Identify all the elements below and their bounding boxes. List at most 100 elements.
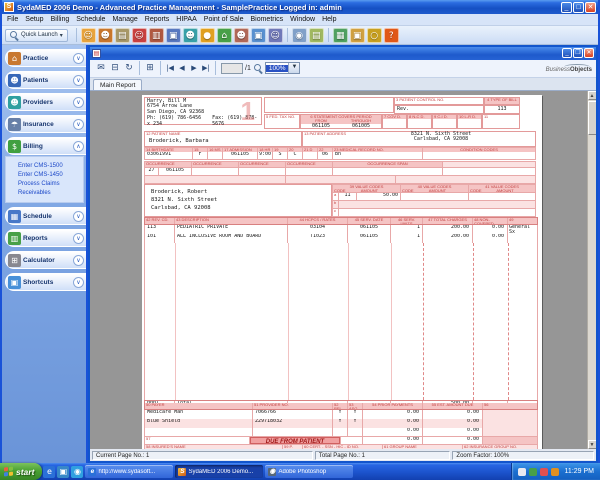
- report-restore-button[interactable]: ❐: [573, 48, 583, 58]
- report-close-button[interactable]: ✕: [584, 48, 594, 58]
- export-icon[interactable]: ✉: [94, 61, 108, 75]
- group-tree-icon[interactable]: ⊞: [143, 61, 157, 75]
- sidebar-item-calculator[interactable]: ⊞ Calculator ∨: [5, 251, 86, 269]
- responsible-name: Broderick, Robert: [145, 185, 331, 195]
- menu-biometrics[interactable]: Biometrics: [250, 16, 283, 23]
- menu-billing[interactable]: Billing: [51, 16, 70, 23]
- medical-record-value: Bn: [333, 152, 423, 159]
- tray-icon-1[interactable]: [518, 468, 526, 476]
- column-header: 42 REV. CD.: [145, 218, 175, 224]
- tab-main-report[interactable]: Main Report: [93, 79, 142, 90]
- sidebar-item-providers[interactable]: ☻ Providers ∨: [5, 93, 86, 111]
- task-button-photoshop[interactable]: ◉ Adobe Photoshop: [265, 465, 353, 478]
- scroll-down-icon[interactable]: ▼: [588, 440, 597, 449]
- chevron-down-icon[interactable]: ∨: [73, 277, 84, 288]
- find-icon[interactable]: [254, 64, 263, 73]
- menu-file[interactable]: File: [7, 16, 18, 23]
- menubar: File Setup Billing Schedule Manage Repor…: [2, 14, 598, 26]
- link-enter-cms-1450[interactable]: Enter CMS-1450: [18, 172, 83, 178]
- staff-icon[interactable]: ☻: [234, 28, 249, 43]
- menu-schedule[interactable]: Schedule: [76, 16, 105, 23]
- field-49: [508, 234, 537, 243]
- help-icon[interactable]: ?: [384, 28, 399, 43]
- close-button[interactable]: ✕: [585, 2, 596, 13]
- user-icon[interactable]: ☺: [268, 28, 283, 43]
- menu-reports[interactable]: Reports: [145, 16, 170, 23]
- chevron-down-icon[interactable]: ∨: [73, 53, 84, 64]
- occurrence-date-value: 061105: [159, 168, 192, 175]
- print-icon[interactable]: ⊟: [108, 61, 122, 75]
- sidebar-item-patients[interactable]: ☻ Patients ∨: [5, 71, 86, 89]
- chevron-down-icon[interactable]: ∨: [73, 255, 84, 266]
- zoom-combobox[interactable]: 100% ▼: [265, 62, 301, 74]
- menu-point-of-sale[interactable]: Point of Sale: [204, 16, 244, 23]
- scrollbar-thumb[interactable]: [588, 101, 596, 135]
- serv-units: 1: [391, 225, 423, 234]
- task-label: http://www.sydasoft...: [98, 469, 155, 475]
- reports-chart-icon[interactable]: ▦: [333, 28, 348, 43]
- chevron-down-icon[interactable]: ∨: [73, 97, 84, 108]
- menu-setup[interactable]: Setup: [25, 16, 43, 23]
- practice-building-icon[interactable]: ⌂: [217, 28, 232, 43]
- task-button-sydamed[interactable]: S SydaMED 2006 Demo...: [175, 465, 263, 478]
- tray-icon-2[interactable]: [529, 468, 537, 476]
- referrals-icon[interactable]: ☻: [183, 28, 198, 43]
- chevron-down-icon[interactable]: ▼: [288, 63, 299, 73]
- birthdate-value: 03061991: [145, 152, 193, 159]
- patient-list-icon[interactable]: ☻: [98, 28, 113, 43]
- next-page-button[interactable]: ▶: [188, 61, 200, 75]
- last-page-button[interactable]: ▶|: [200, 61, 212, 75]
- sidebar-item-practice[interactable]: ⌂ Practice ∨: [5, 49, 86, 67]
- maximize-button[interactable]: □: [573, 2, 584, 13]
- chevron-down-icon[interactable]: ∨: [73, 75, 84, 86]
- chevron-up-icon[interactable]: ∧: [73, 141, 84, 152]
- ie-quicklaunch-icon[interactable]: e: [43, 466, 55, 478]
- workstation-icon[interactable]: ▣: [166, 28, 181, 43]
- provider-icon[interactable]: ☺: [132, 28, 147, 43]
- refresh-icon[interactable]: ↻: [122, 61, 136, 75]
- page-number-input[interactable]: [221, 63, 243, 74]
- task-label: SydaMED 2006 Demo...: [188, 469, 253, 475]
- minimize-button[interactable]: _: [561, 2, 572, 13]
- claims-icon[interactable]: ▤: [309, 28, 324, 43]
- tray-icon-3[interactable]: [540, 468, 548, 476]
- new-patient-icon[interactable]: ☺: [81, 28, 96, 43]
- start-button[interactable]: start: [0, 463, 42, 480]
- scroll-up-icon[interactable]: ▲: [588, 91, 597, 100]
- chevron-down-icon[interactable]: ∨: [73, 233, 84, 244]
- notes-icon[interactable]: ▤: [115, 28, 130, 43]
- terminal-icon[interactable]: ▣: [251, 28, 266, 43]
- chevron-down-icon[interactable]: ∨: [73, 211, 84, 222]
- document-area[interactable]: Harry, Bill M 6754 Arrow Lane San Diego,…: [90, 91, 596, 450]
- vertical-scrollbar[interactable]: ▲ ▼: [587, 91, 596, 450]
- sidebar-item-billing[interactable]: $ Billing ∧: [5, 137, 86, 155]
- app-window: S SydaMED 2006 Demo - Advanced Practice …: [0, 0, 600, 463]
- previous-page-button[interactable]: ◀: [176, 61, 188, 75]
- toolbar-separator: [328, 28, 329, 42]
- report-minimize-button[interactable]: _: [562, 48, 572, 58]
- scheduler-icon[interactable]: ◉: [292, 28, 307, 43]
- sidebar-item-reports[interactable]: ▥ Reports ∨: [5, 229, 86, 247]
- menu-hipaa[interactable]: HIPAA: [176, 16, 197, 23]
- quick-launch-button[interactable]: Quick Launch ▾: [5, 29, 68, 42]
- task-button-browser[interactable]: e http://www.sydasoft...: [85, 465, 173, 478]
- link-receivables[interactable]: Receivables: [18, 190, 83, 196]
- menu-manage[interactable]: Manage: [112, 16, 137, 23]
- first-page-button[interactable]: |◀: [164, 61, 176, 75]
- chevron-down-icon[interactable]: ∨: [73, 119, 84, 130]
- link-process-claims[interactable]: Process Claims: [18, 181, 83, 187]
- shortcuts-icon: ▣: [8, 276, 21, 289]
- menu-help[interactable]: Help: [322, 16, 336, 23]
- superbill-icon[interactable]: ▥: [149, 28, 164, 43]
- security-lock-icon[interactable]: ○: [367, 28, 382, 43]
- show-desktop-icon[interactable]: ▣: [57, 466, 69, 478]
- sidebar-item-schedule[interactable]: ▦ Schedule ∨: [5, 207, 86, 225]
- sidebar-item-insurance[interactable]: ☂ Insurance ∨: [5, 115, 86, 133]
- menu-window[interactable]: Window: [290, 16, 315, 23]
- window-icon[interactable]: ▣: [350, 28, 365, 43]
- sidebar-item-shortcuts[interactable]: ▣ Shortcuts ∨: [5, 273, 86, 291]
- link-enter-cms-1500[interactable]: Enter CMS-1500: [18, 163, 83, 169]
- payments-icon[interactable]: ●: [200, 28, 215, 43]
- tray-icon-4[interactable]: [551, 468, 559, 476]
- media-player-icon[interactable]: ◉: [71, 466, 83, 478]
